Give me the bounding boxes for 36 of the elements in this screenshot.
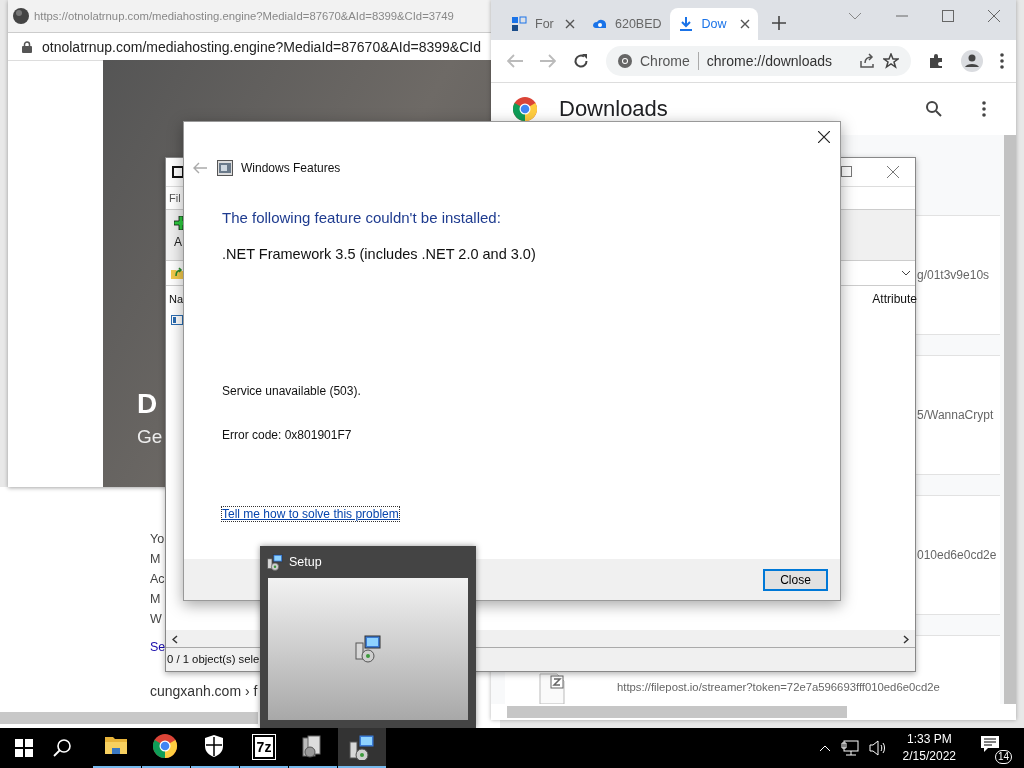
window-title: Windows Features bbox=[241, 161, 341, 175]
address-bar[interactable]: otnolatrnup.com/mediahosting.engine?MediaId=87670&AId=8399&CId bbox=[42, 38, 481, 55]
snippet-text: M bbox=[150, 551, 161, 568]
error-message: Service unavailable (503). bbox=[222, 384, 362, 398]
app-logo: 7z bbox=[252, 735, 276, 759]
browser-tab[interactable]: 620BED bbox=[583, 8, 670, 40]
notification-badge: 14 bbox=[994, 750, 1012, 764]
address-bar[interactable]: Chrome chrome://downloads bbox=[606, 46, 911, 76]
browser-tab[interactable]: For bbox=[503, 8, 583, 40]
page-title: Downloads bbox=[559, 96, 668, 122]
window-title: Setup bbox=[289, 555, 322, 569]
dialog-heading: The following feature couldn't be installed: bbox=[222, 209, 502, 226]
menu-item[interactable]: Fil bbox=[169, 187, 182, 209]
download-url[interactable]: 5/WannaCrypt bbox=[917, 408, 994, 422]
snippet-text: W bbox=[150, 611, 162, 628]
result-link[interactable]: Se bbox=[150, 637, 166, 657]
toolbar-label[interactable]: A bbox=[174, 235, 182, 249]
clock[interactable]: 1:33 PM 2/15/2022 bbox=[902, 731, 956, 765]
browser-tab[interactable]: Dow bbox=[669, 8, 758, 40]
snippet-text: M bbox=[150, 591, 161, 608]
column-header[interactable]: Na bbox=[169, 293, 184, 305]
taskbar-button[interactable]: 7z bbox=[240, 728, 288, 768]
feature-name: .NET Framework 3.5 (includes .NET 2.0 and 3.0) bbox=[222, 246, 537, 262]
close-button[interactable]: Close bbox=[763, 568, 828, 591]
download-url[interactable]: 010ed6e0cd2e bbox=[917, 548, 997, 562]
hero-title: D bbox=[137, 388, 158, 420]
error-code: Error code: 0x801901F7 bbox=[222, 428, 353, 442]
column-header[interactable]: Attribute bbox=[872, 292, 917, 306]
result-url: cungxanh.com › f bbox=[150, 683, 258, 699]
snippet-text: Ac bbox=[150, 571, 165, 588]
snippet-text: Yo bbox=[150, 531, 165, 548]
help-link[interactable]: Tell me how to solve this problem bbox=[222, 507, 399, 521]
download-url[interactable]: https://filepost.io/streamer?token=72e7a596693fff010ed6e0cd2e bbox=[617, 681, 940, 693]
window-title: https://otnolatrnup.com/mediahosting.engine?MediaId=87670&AId=8399&CId=3749 bbox=[34, 10, 454, 22]
download-url[interactable]: g/01t3v9e10s bbox=[917, 268, 990, 282]
hero-subtitle: Ge bbox=[137, 426, 163, 448]
